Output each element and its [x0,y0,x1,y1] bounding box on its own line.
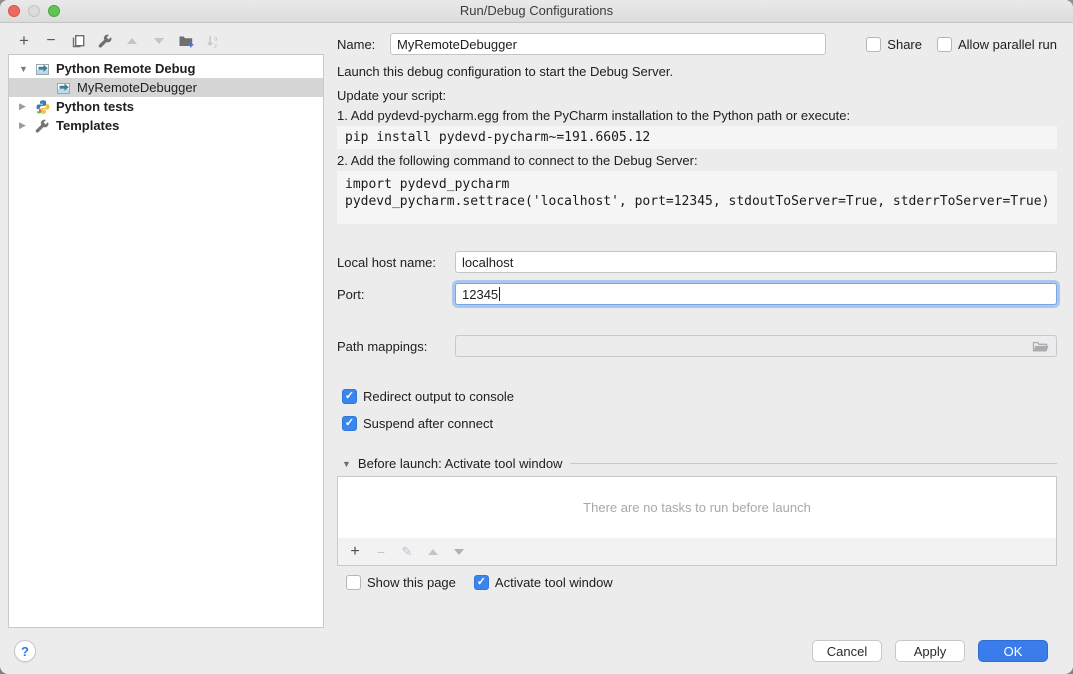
tree-item-python-tests[interactable]: ▶ Python tests [9,97,323,116]
allow-parallel-option: Allow parallel run [937,37,1057,52]
svg-text:a: a [214,35,218,42]
share-option: Share [866,37,922,52]
expand-collapse-icon[interactable]: ▶ [19,120,35,131]
port-value: 12345 [462,287,498,302]
tree-item-templates[interactable]: ▶ Templates [9,116,323,135]
svg-text:z: z [214,43,217,49]
move-task-up-icon[interactable] [426,549,440,555]
share-checkbox[interactable] [866,37,881,52]
expand-collapse-icon[interactable]: ▶ [19,101,35,112]
run-debug-configurations-dialog: Run/Debug Configurations + − az ▼ Python… [0,0,1073,674]
before-launch-title: Before launch: Activate tool window [358,456,563,471]
pip-install-code: pip install pydevd-pycharm~=191.6605.12 [337,126,1057,149]
sort-alphabetically-icon[interactable]: az [205,33,221,49]
show-this-page-option: Show this page [346,575,456,590]
text-caret [499,287,500,301]
settrace-code: import pydevd_pycharm pydevd_pycharm.sett… [337,171,1057,224]
run-configuration-icon [35,62,54,76]
activate-tool-window-option: Activate tool window [474,575,613,590]
tree-item-label: Python Remote Debug [56,61,195,76]
apply-button[interactable]: Apply [895,640,965,662]
add-configuration-icon[interactable]: + [16,33,32,49]
window-title: Run/Debug Configurations [0,3,1073,18]
empty-tasks-message: There are no tasks to run before launch [583,500,811,515]
ok-button[interactable]: OK [978,640,1048,662]
tree-item-label: Python tests [56,99,134,114]
expand-collapse-icon[interactable]: ▼ [19,64,35,74]
tree-item-label: MyRemoteDebugger [77,80,197,95]
path-mappings-row: Path mappings: [337,334,1057,358]
suspend-after-connect-checkbox[interactable] [342,416,357,431]
step1-text: 1. Add pydevd-pycharm.egg from the PyCha… [337,108,850,124]
path-mappings-label: Path mappings: [337,339,455,354]
show-this-page-label: Show this page [367,575,456,590]
update-script-text: Update your script: [337,88,446,104]
add-task-icon[interactable]: + [348,543,362,561]
step2-text: 2. Add the following command to connect … [337,153,698,169]
settrace-code-line1: import pydevd_pycharm [345,177,509,192]
port-row: Port: 12345 [337,282,1057,306]
redirect-output-checkbox[interactable] [342,389,357,404]
edit-templates-wrench-icon[interactable] [97,33,113,49]
activate-tool-window-label: Activate tool window [495,575,613,590]
intro-text: Launch this debug configuration to start… [337,64,673,80]
run-configuration-icon [56,81,75,95]
tree-item-myremotedebugger[interactable]: MyRemoteDebugger [9,78,323,97]
settrace-code-line2: pydevd_pycharm.settrace('localhost', por… [345,194,1049,209]
local-host-name-label: Local host name: [337,255,455,270]
section-collapse-icon[interactable]: ▼ [342,459,351,469]
move-up-icon[interactable] [124,33,140,49]
configurations-toolbar: + − az [16,29,221,53]
help-button[interactable]: ? [14,640,36,662]
move-down-icon[interactable] [151,33,167,49]
move-task-down-icon[interactable] [452,549,466,555]
path-mappings-field[interactable] [455,335,1057,357]
edit-task-icon[interactable]: ✎ [400,544,414,560]
copy-configuration-icon[interactable] [70,33,86,49]
page-options: Show this page Activate tool window [346,575,613,590]
suspend-after-connect-label: Suspend after connect [363,416,493,431]
dialog-buttons: Cancel Apply OK [812,640,1048,662]
suspend-after-connect-option: Suspend after connect [342,415,493,432]
remove-task-icon[interactable]: − [374,544,388,560]
configurations-tree: ▼ Python Remote Debug MyRemoteDebugger ▶ [8,54,324,628]
allow-parallel-run-label: Allow parallel run [958,37,1057,52]
before-launch-section-header[interactable]: ▼ Before launch: Activate tool window [342,456,1057,471]
tree-item-python-remote-debug[interactable]: ▼ Python Remote Debug [9,59,323,78]
python-tests-icon [35,99,54,115]
new-folder-icon[interactable] [178,33,194,49]
tasks-toolbar: + − ✎ [337,538,1057,566]
before-launch-tasks-list[interactable]: There are no tasks to run before launch [337,476,1057,539]
allow-parallel-run-checkbox[interactable] [937,37,952,52]
titlebar: Run/Debug Configurations [0,0,1073,23]
port-input[interactable]: 12345 [455,283,1057,305]
name-row: Name: Share Allow parallel run [337,32,1057,56]
tree-item-label: Templates [56,118,119,133]
activate-tool-window-checkbox[interactable] [474,575,489,590]
show-this-page-checkbox[interactable] [346,575,361,590]
templates-wrench-icon [35,119,54,133]
name-input[interactable] [390,33,826,55]
redirect-output-label: Redirect output to console [363,389,514,404]
remove-configuration-icon[interactable]: − [43,33,59,49]
local-host-row: Local host name: [337,250,1057,274]
cancel-button[interactable]: Cancel [812,640,882,662]
browse-folder-icon[interactable] [1032,339,1050,353]
local-host-name-input[interactable] [455,251,1057,273]
port-label: Port: [337,287,455,302]
redirect-output-option: Redirect output to console [342,388,514,405]
share-label: Share [887,37,922,52]
section-divider [570,463,1057,464]
name-label: Name: [337,37,382,52]
